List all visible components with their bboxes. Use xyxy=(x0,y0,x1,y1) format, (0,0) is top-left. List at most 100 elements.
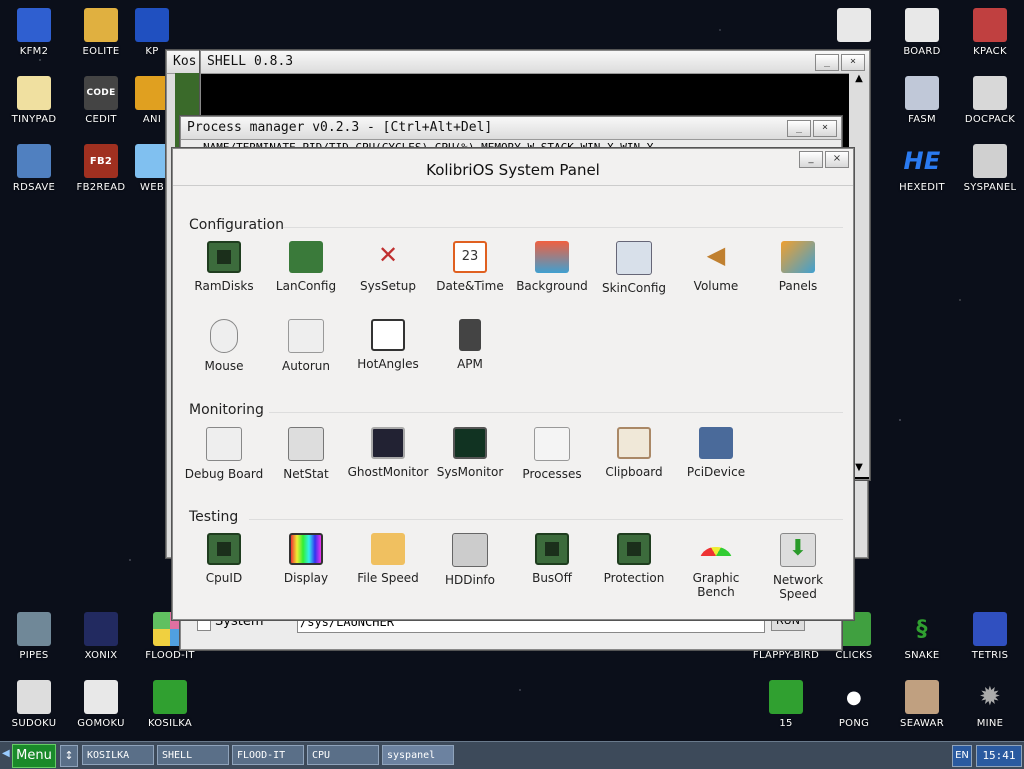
task-syspanel[interactable]: syspanel xyxy=(382,745,454,765)
item-netstat[interactable]: NetStat xyxy=(265,427,347,481)
procmgr-title: Process manager v0.2.3 - [Ctrl+Alt+Del] xyxy=(187,120,493,135)
desktop-icon-pong[interactable]: ● PONG xyxy=(820,680,888,730)
desktop-icon-ani[interactable]: ANI xyxy=(134,76,170,125)
item-processes[interactable]: Processes xyxy=(511,427,593,481)
procmgr-close-button[interactable]: × xyxy=(813,120,837,137)
item-apm[interactable]: APM xyxy=(429,319,511,371)
tetris-icon xyxy=(973,612,1007,646)
desktop-icon-xonix[interactable]: XONIX xyxy=(67,612,135,661)
bus-chip-icon xyxy=(535,533,569,565)
hex-icon: HE xyxy=(903,147,941,175)
item-datetime[interactable]: 23 Date&Time xyxy=(429,241,511,293)
item-label: HDDinfo xyxy=(444,573,495,587)
desktop-icon-rdsave[interactable]: RDSAVE xyxy=(0,144,68,193)
procmgr-titlebar[interactable]: Process manager v0.2.3 - [Ctrl+Alt+Del] … xyxy=(181,117,841,140)
system-panel-window[interactable]: KolibriOS System Panel _ × Configuration… xyxy=(172,148,854,620)
desktop-icon-snake[interactable]: § SNAKE xyxy=(888,612,956,662)
desktop-icon-gomoku[interactable]: GOMOKU xyxy=(67,680,135,729)
menu-button[interactable]: Menu xyxy=(12,744,56,768)
desktop-icon-mine[interactable]: ✹ MINE xyxy=(956,680,1024,729)
section-divider xyxy=(269,412,843,413)
desktop-icon-fasm[interactable]: FASM xyxy=(888,76,956,125)
section-monitoring: Monitoring xyxy=(189,402,264,418)
item-lanconfig[interactable]: LanConfig xyxy=(265,241,347,293)
book-icon: FB2 xyxy=(84,144,118,178)
shell-titlebar[interactable]: SHELL 0.8.3 _ × xyxy=(201,51,869,74)
mouse-icon xyxy=(210,319,238,353)
language-indicator[interactable]: EN xyxy=(952,745,972,767)
item-label: GhostMonitor xyxy=(347,465,429,479)
item-ramdisks[interactable]: RamDisks xyxy=(183,241,265,293)
item-clipboard[interactable]: Clipboard xyxy=(593,427,675,479)
item-busoff[interactable]: BusOff xyxy=(511,533,593,585)
item-graphic-bench[interactable]: Graphic Bench xyxy=(675,533,757,599)
desktop-icon-kfm2[interactable]: KFM2 xyxy=(0,8,68,57)
item-label: HotAngles xyxy=(357,357,419,371)
panel-titlebar[interactable]: KolibriOS System Panel _ × xyxy=(173,149,853,186)
task-shell[interactable]: SHELL xyxy=(157,745,229,765)
taskbar-left-arrow-icon[interactable]: ◀ xyxy=(2,748,10,759)
item-protection[interactable]: Protection xyxy=(593,533,675,585)
item-label: BusOff xyxy=(532,571,572,585)
desktop-icon-web[interactable]: WEB xyxy=(134,144,170,193)
debug-board-icon xyxy=(206,427,242,461)
desktop-icon-cedit[interactable]: CODE CEDIT xyxy=(67,76,135,125)
desktop-icon-tinypad[interactable]: TINYPAD xyxy=(0,76,68,125)
task-kosilka[interactable]: KOSILKA xyxy=(82,745,154,765)
desktop-icon-sudoku[interactable]: SUDOKU xyxy=(0,680,68,729)
item-panels[interactable]: Panels xyxy=(757,241,839,293)
item-label: Volume xyxy=(693,279,739,293)
desktop-icon-seawar[interactable]: SEAWAR xyxy=(888,680,956,729)
desktop-icon-15[interactable]: 15 xyxy=(752,680,820,729)
item-debug-board[interactable]: Debug Board xyxy=(183,427,265,481)
desktop-icon-extra[interactable] xyxy=(820,8,888,46)
desktop-icon-hexedit[interactable]: HE HEXEDIT xyxy=(888,144,956,193)
desktop-icon-syspanel[interactable]: SYSPANEL xyxy=(956,144,1024,193)
desktop-icon-kp[interactable]: KP xyxy=(134,8,170,57)
item-skinconfig[interactable]: SkinConfig xyxy=(593,241,675,295)
procmgr-minimize-button[interactable]: _ xyxy=(787,120,811,137)
item-hddinfo[interactable]: HDDinfo xyxy=(429,533,511,587)
task-flood-it[interactable]: FLOOD-IT xyxy=(232,745,304,765)
item-pcidevice[interactable]: PciDevice xyxy=(675,427,757,479)
item-syssetup[interactable]: ✕ SysSetup xyxy=(347,241,429,293)
desktop-icon-board[interactable]: BOARD xyxy=(888,8,956,57)
desktop-icon-fb2read[interactable]: FB2 FB2READ xyxy=(67,144,135,193)
item-network-speed[interactable]: ⬇ Network Speed xyxy=(757,533,839,601)
monitor-icon xyxy=(535,241,569,273)
item-sysmonitor[interactable]: SysMonitor xyxy=(429,427,511,479)
clock: 15:41 xyxy=(976,745,1022,767)
item-label: Processes xyxy=(522,467,582,481)
panel-close-button[interactable]: × xyxy=(825,151,849,168)
network-stats-icon xyxy=(288,427,324,461)
panel-minimize-button[interactable]: _ xyxy=(799,151,823,168)
pci-card-icon xyxy=(699,427,733,459)
desktop-icon-tetris[interactable]: TETRIS xyxy=(956,612,1024,661)
item-volume[interactable]: ◀ Volume xyxy=(675,241,757,293)
cabinet-icon xyxy=(973,76,1007,110)
item-file-speed[interactable]: File Speed xyxy=(347,533,429,585)
desktop-icon-pipes[interactable]: PIPES xyxy=(0,612,68,661)
fifteen-icon xyxy=(769,680,803,714)
kos-title: Kos xyxy=(173,54,197,69)
item-background[interactable]: Background xyxy=(511,241,593,293)
shell-close-button[interactable]: × xyxy=(841,54,865,71)
desktop-icon-kpack[interactable]: KPACK xyxy=(956,8,1024,57)
item-display[interactable]: Display xyxy=(265,533,347,585)
sliders-icon xyxy=(973,144,1007,178)
scroll-up-icon[interactable]: ▲ xyxy=(849,73,869,84)
item-label: Clipboard xyxy=(605,465,663,479)
shell-minimize-button[interactable]: _ xyxy=(815,54,839,71)
item-autorun[interactable]: Autorun xyxy=(265,319,347,373)
code-editor-icon: CODE xyxy=(84,76,118,110)
item-ghostmonitor[interactable]: GhostMonitor xyxy=(347,427,429,479)
task-cpu[interactable]: CPU xyxy=(307,745,379,765)
desktop-icon-eolite[interactable]: EOLITE xyxy=(67,8,135,57)
switch-icon[interactable]: ↕ xyxy=(60,745,78,767)
desktop-icon-kosilka[interactable]: KOSILKA xyxy=(136,680,204,729)
item-hotangles[interactable]: HotAngles xyxy=(347,319,429,371)
section-configuration: Configuration xyxy=(189,217,284,233)
desktop-icon-docpack[interactable]: DOCPACK xyxy=(956,76,1024,125)
item-mouse[interactable]: Mouse xyxy=(183,319,265,373)
item-cpuid[interactable]: CpuID xyxy=(183,533,265,585)
